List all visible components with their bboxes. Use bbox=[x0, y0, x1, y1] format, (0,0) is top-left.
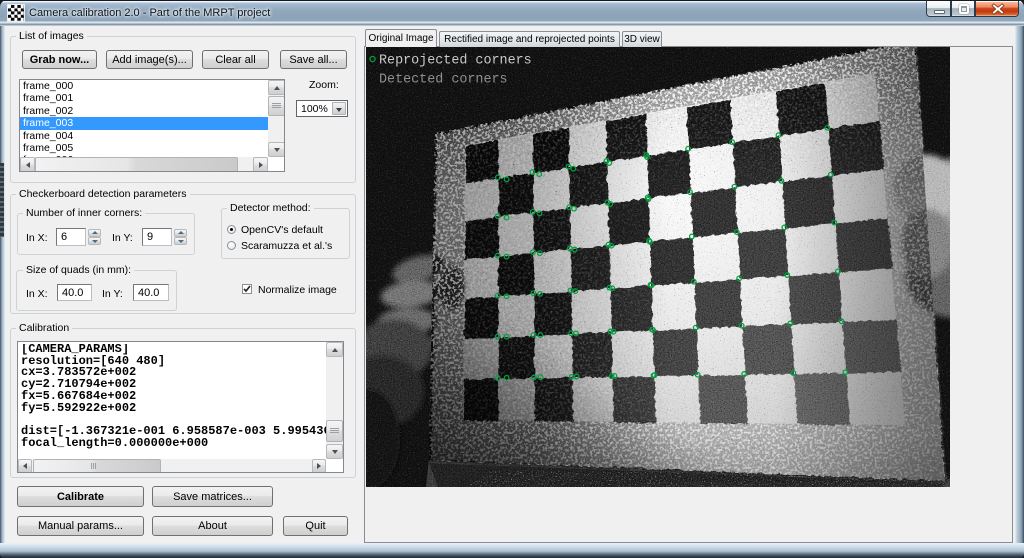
svg-text:Reprojected corners: Reprojected corners bbox=[379, 54, 532, 69]
svg-text:Detected corners: Detected corners bbox=[379, 73, 508, 88]
